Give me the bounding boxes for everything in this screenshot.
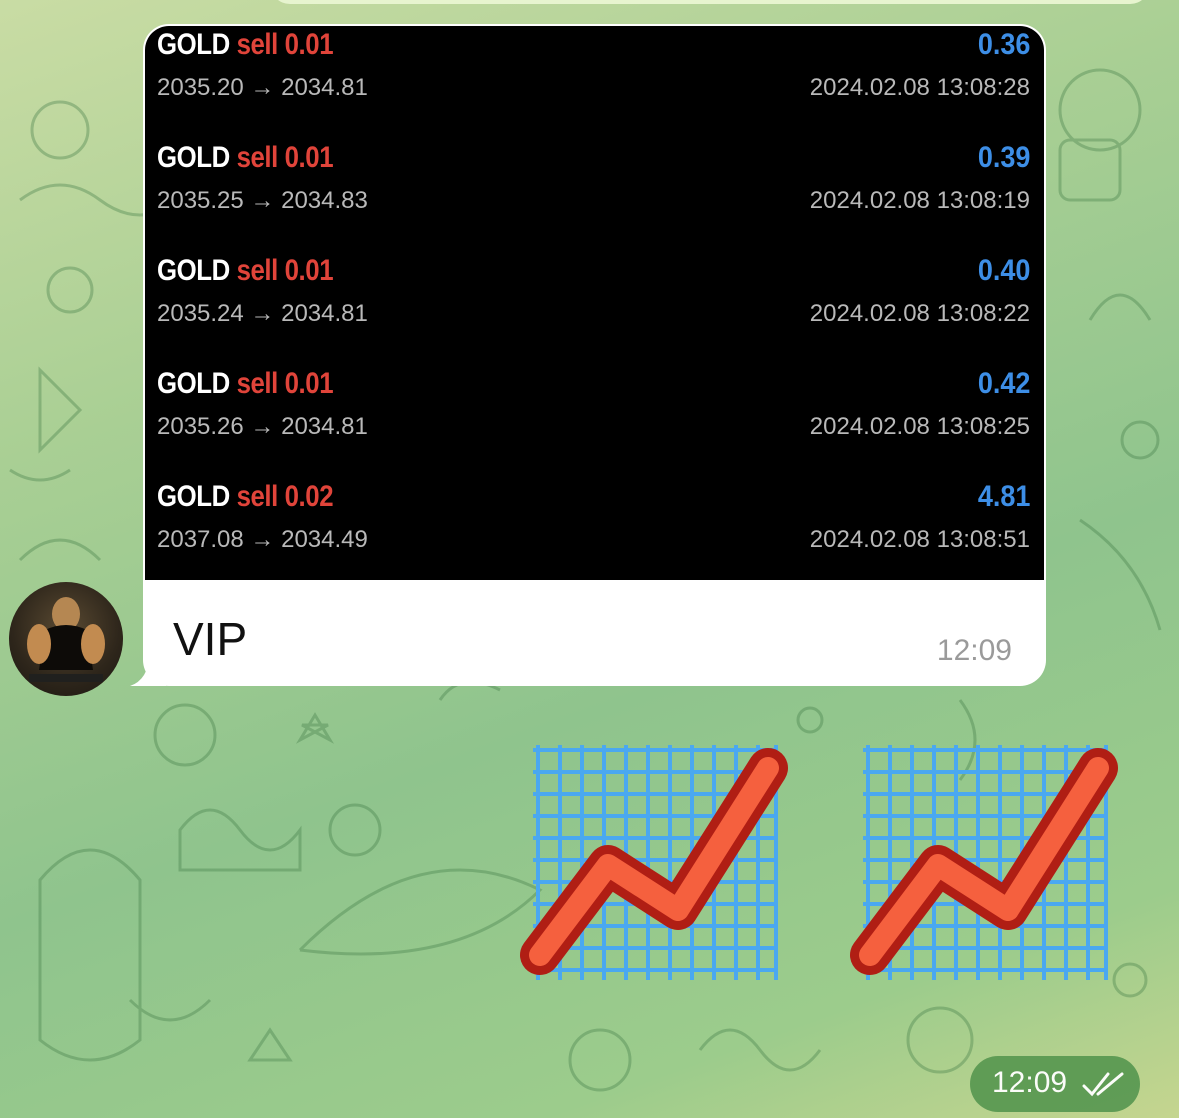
trade-time: 2024.02.08 13:08:25 (809, 413, 1030, 440)
trade-symbol: GOLD (157, 480, 230, 513)
double-check-icon (1082, 1072, 1124, 1097)
chart-increasing-icon[interactable] (518, 730, 788, 1000)
trade-lot: 0.02 (284, 480, 334, 513)
trade-symbol: GOLD (157, 141, 230, 174)
trade-prices: 2037.08 → 2034.49 (157, 526, 368, 553)
avatar-photo (27, 597, 105, 682)
trade-profit: 0.36 (977, 28, 1030, 61)
message-caption: VIP (173, 613, 248, 665)
trade-row: GOLD sell 0.01 0.42 2035.26 → 2034.81 20… (145, 365, 1044, 478)
trade-title: GOLD sell 0.01 (157, 367, 334, 401)
trade-time: 2024.02.08 13:08:22 (809, 300, 1030, 327)
trade-prices: 2035.25 → 2034.83 (157, 187, 368, 214)
trade-side: sell (236, 28, 279, 61)
chart-increasing-icon[interactable] (848, 730, 1118, 1000)
trade-prices: 2035.26 → 2034.81 (157, 413, 368, 440)
trade-profit: 4.81 (977, 480, 1030, 513)
trade-side: sell (236, 141, 279, 174)
trade-lot: 0.01 (284, 254, 334, 287)
trade-history-image[interactable]: GOLD sell 0.01 0.36 2035.20 → 2034.81 20… (145, 26, 1044, 580)
message-bubble[interactable]: GOLD sell 0.01 0.36 2035.20 → 2034.81 20… (143, 24, 1046, 686)
trade-title: GOLD sell 0.01 (157, 141, 334, 175)
trade-profit: 0.42 (977, 367, 1030, 400)
trade-title: GOLD sell 0.01 (157, 28, 334, 62)
trade-prices: 2035.24 → 2034.81 (157, 300, 368, 327)
trade-row: GOLD sell 0.01 0.36 2035.20 → 2034.81 20… (145, 26, 1044, 139)
trade-side: sell (236, 254, 279, 287)
trade-symbol: GOLD (157, 367, 230, 400)
trade-lot: 0.01 (284, 28, 334, 61)
trade-prices: 2035.20 → 2034.81 (157, 74, 368, 101)
trade-lot: 0.01 (284, 367, 334, 400)
message-time: 12:09 (936, 634, 1012, 667)
emoji-message-time: 12:09 (992, 1066, 1068, 1099)
trade-symbol: GOLD (157, 254, 230, 287)
trade-time: 2024.02.08 13:08:51 (809, 526, 1030, 553)
emoji-message-time-pill: 12:09 (970, 1056, 1140, 1112)
trade-row: GOLD sell 0.02 4.81 2037.08 → 2034.49 20… (145, 478, 1044, 580)
trade-lot: 0.01 (284, 141, 334, 174)
trade-title: GOLD sell 0.01 (157, 254, 334, 288)
trade-row: GOLD sell 0.01 0.39 2035.25 → 2034.83 20… (145, 139, 1044, 252)
trade-profit: 0.40 (977, 254, 1030, 287)
trade-profit: 0.39 (977, 141, 1030, 174)
trade-side: sell (236, 367, 279, 400)
trade-side: sell (236, 480, 279, 513)
previous-message-bubble-edge (270, 0, 1150, 4)
trade-row: GOLD sell 0.01 0.40 2035.24 → 2034.81 20… (145, 252, 1044, 365)
trade-title: GOLD sell 0.02 (157, 480, 334, 514)
trade-symbol: GOLD (157, 28, 230, 61)
trade-time: 2024.02.08 13:08:19 (809, 187, 1030, 214)
trade-time: 2024.02.08 13:08:28 (809, 74, 1030, 101)
sender-avatar[interactable] (9, 582, 123, 696)
